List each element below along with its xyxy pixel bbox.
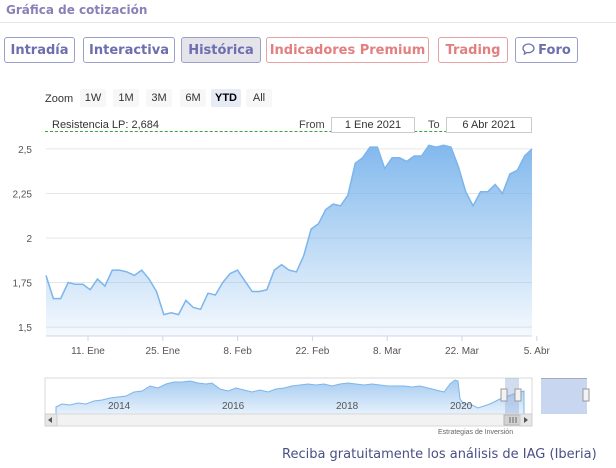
x-tick-label: 22. Feb [295, 346, 329, 357]
navigator-year-label: 2018 [336, 401, 359, 412]
price-chart: 1,5 1,75 2 2,25 2,5 11. Ene 25. Ene 8. Feb 22. … [13, 144, 590, 427]
x-tick-label: 25. Ene [146, 346, 181, 357]
y-tick-label: 1,75 [13, 279, 33, 290]
x-tick-label: 8. Mar [373, 346, 402, 357]
x-tick-label: 11. Ene [71, 346, 105, 357]
navigator-year-label: 2016 [222, 401, 245, 412]
promo-link[interactable]: Reciba gratuitamente los análisis de IAG… [282, 447, 597, 462]
quote-chart-widget: Gráfica de cotización Intradía Interacti… [0, 0, 616, 468]
x-tick-label: 8. Feb [223, 346, 252, 357]
y-tick-label: 1,5 [18, 323, 32, 334]
navigator-right-handle[interactable] [514, 388, 522, 402]
navigator-year-label: 2014 [108, 401, 131, 412]
y-tick-label: 2 [26, 234, 32, 245]
x-tick-label: 5. Abr [524, 346, 551, 357]
navigator[interactable]: 2014 2016 2018 2020 [44, 377, 533, 415]
x-tick-label: 22. Mar [445, 346, 480, 357]
y-tick-label: 2,25 [13, 189, 33, 200]
navigator-overflow-panel [541, 378, 590, 414]
price-area [46, 145, 532, 336]
navigator-year-label: 2020 [450, 401, 473, 412]
navigator-left-handle[interactable] [500, 388, 508, 402]
navigator-scrollbar[interactable] [44, 413, 533, 427]
y-tick-label: 2,5 [18, 145, 32, 156]
chart-credit: Estrategias de Inversión [438, 429, 514, 436]
